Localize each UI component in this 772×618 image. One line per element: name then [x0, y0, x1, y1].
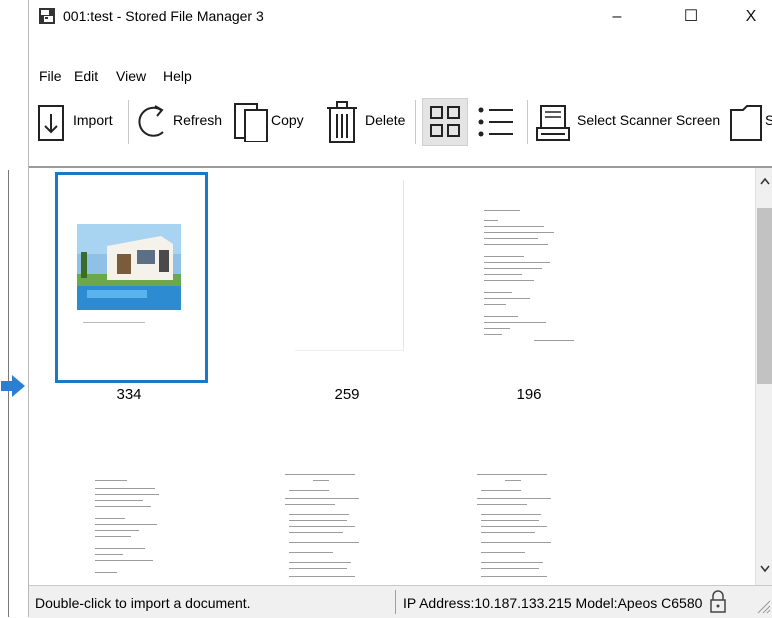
- thumbnail-view-button[interactable]: [422, 98, 468, 146]
- thumbnail-row2-1[interactable]: [89, 464, 173, 586]
- thumbnail-row2-2[interactable]: [279, 464, 369, 586]
- import-button[interactable]: Import: [37, 100, 125, 144]
- lock-icon: [710, 590, 726, 613]
- select-scanner-screen-button[interactable]: Select Scanner Screen: [535, 100, 720, 144]
- menu-help[interactable]: Help: [163, 68, 192, 84]
- minimize-button[interactable]: –: [595, 0, 639, 34]
- thumbnail-334[interactable]: [69, 180, 187, 350]
- scanner-icon: [536, 105, 570, 141]
- import-icon: [38, 105, 64, 141]
- scroll-up-icon[interactable]: [759, 176, 771, 186]
- scrollbar-thumb[interactable]: [757, 208, 772, 384]
- thumbnail-label-334: 334: [116, 386, 142, 403]
- overflow-toolbar-button[interactable]: S: [729, 100, 772, 144]
- window-title: 001:test - Stored File Manager 3: [63, 8, 264, 24]
- folder-icon: [730, 105, 762, 141]
- copy-label: Copy: [271, 112, 304, 128]
- scroll-down-icon[interactable]: [759, 564, 771, 574]
- trash-icon: [327, 101, 357, 143]
- resize-grip-icon[interactable]: [755, 598, 771, 614]
- toolbar: Import Refresh Copy Delete Select Scanne…: [29, 90, 772, 162]
- thumbnail-label-196: 196: [516, 386, 542, 403]
- thumbnail-196[interactable]: [474, 180, 586, 352]
- select-scanner-label: Select Scanner Screen: [577, 112, 721, 128]
- menu-bar: File Edit View Help: [29, 64, 772, 88]
- thumbnail-area: 334 259 196: [29, 166, 772, 586]
- menu-view[interactable]: View: [116, 68, 146, 84]
- import-label: Import: [73, 112, 113, 128]
- copy-button[interactable]: Copy: [233, 100, 315, 144]
- right-arrow-icon: [1, 375, 25, 397]
- refresh-button[interactable]: Refresh: [135, 100, 223, 144]
- status-bar: Double-click to import a document. IP Ad…: [29, 585, 772, 618]
- copy-icon: [234, 103, 268, 142]
- refresh-label: Refresh: [173, 112, 223, 128]
- list-icon: [478, 107, 513, 137]
- thumbnail-row2-3[interactable]: [471, 464, 561, 586]
- menu-edit[interactable]: Edit: [74, 68, 98, 84]
- refresh-icon: [138, 105, 164, 137]
- device-info: IP Address:10.187.133.215 Model:Apeos C6…: [403, 595, 703, 611]
- close-button[interactable]: X: [729, 0, 772, 34]
- thumbnail-259[interactable]: [295, 180, 404, 351]
- menu-file[interactable]: File: [39, 68, 62, 84]
- maximize-button[interactable]: ☐: [669, 0, 713, 34]
- thumbnail-label-259: 259: [334, 386, 360, 403]
- grid-icon: [430, 106, 460, 137]
- photo-preview: [77, 224, 181, 310]
- delete-label: Delete: [365, 112, 406, 128]
- list-view-button[interactable]: [473, 100, 519, 144]
- title-bar: 001:test - Stored File Manager 3 – ☐ X: [29, 0, 772, 34]
- app-window: 001:test - Stored File Manager 3 – ☐ X F…: [28, 0, 772, 618]
- vertical-scrollbar[interactable]: [755, 168, 772, 586]
- left-panel-edge: [0, 0, 28, 617]
- delete-button[interactable]: Delete: [325, 100, 409, 144]
- status-hint: Double-click to import a document.: [35, 595, 251, 611]
- app-icon: [39, 8, 55, 24]
- partial-label: S: [765, 112, 772, 128]
